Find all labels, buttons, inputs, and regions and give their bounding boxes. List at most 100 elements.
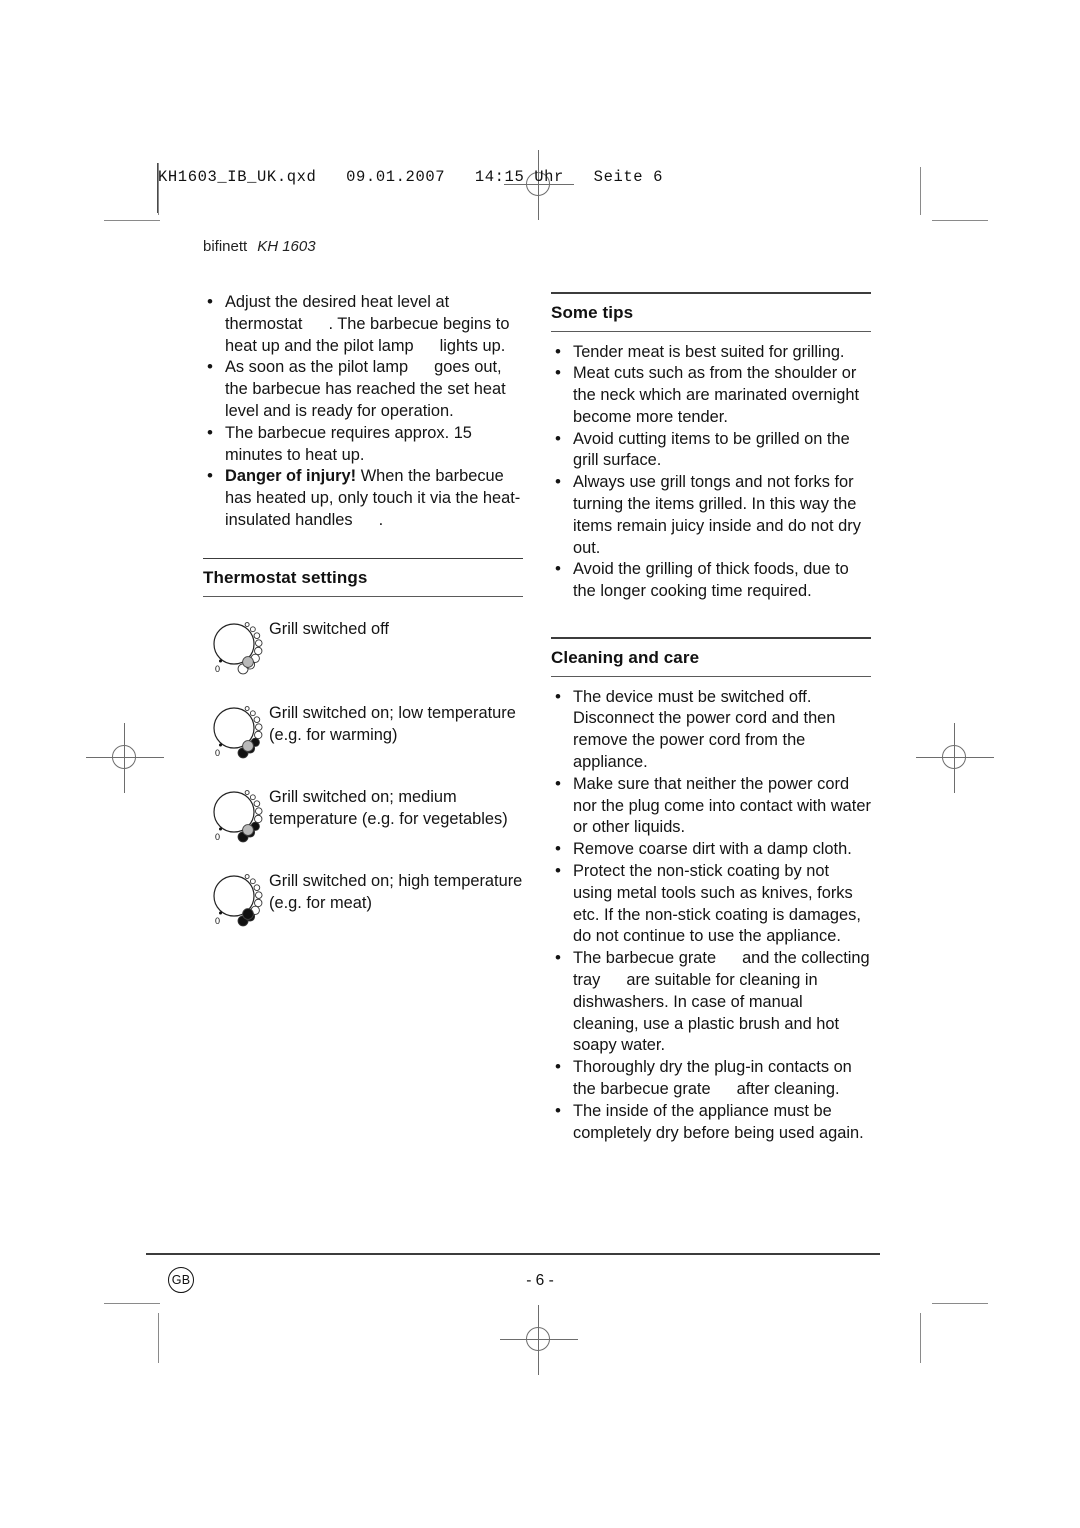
registration-mark-ring	[942, 745, 966, 769]
dial-mark-inactive	[244, 790, 250, 796]
list-item: As soon as the pilot lampgoes out, the b…	[203, 356, 523, 422]
thermostat-dial-icon: 0	[213, 706, 263, 759]
running-head-brand: bifinett	[203, 238, 248, 255]
dial-mark-inactive	[244, 874, 250, 880]
heading-rule-top	[551, 292, 871, 294]
dial-mark-inactive	[255, 891, 263, 900]
dial-mark-inactive	[255, 723, 263, 732]
right-column: Some tips Tender meat is best suited for…	[551, 292, 871, 1144]
list-item: Meat cuts such as from the shoulder or t…	[551, 362, 871, 428]
list-item: The inside of the appliance must be comp…	[551, 1100, 871, 1145]
dial-mark-inactive	[249, 794, 256, 801]
registration-mark-ring	[526, 1327, 550, 1351]
dial-mark-inactive	[255, 807, 263, 816]
some-tips-heading: Some tips	[551, 302, 634, 322]
dial-mark-inactive	[255, 639, 263, 648]
operation-bullet-list: Adjust the desired heat level at thermos…	[203, 291, 523, 532]
thermostat-setting-row: 0 Grill switched on; medium temperature (…	[203, 779, 523, 849]
thermostat-dial-list: 0 Grill switched off 0 Grill switched on; l…	[203, 611, 523, 933]
thermostat-dial-wrapper: 0	[203, 611, 269, 681]
dial-mark-inactive	[253, 800, 261, 808]
list-item: Make sure that neither the power cord no…	[551, 773, 871, 839]
dial-zero-dot	[219, 911, 222, 915]
bullet-emphasis: Danger of injury!	[225, 467, 357, 486]
list-item: Tender meat is best suited for grilling.	[551, 341, 871, 364]
list-item: The barbecue grateand the collecting tra…	[551, 947, 871, 1057]
thermostat-setting-row: 0 Grill switched on; high temperature (e.…	[203, 863, 523, 933]
list-item: Danger of injury! When the barbecue has …	[203, 465, 523, 531]
page-number: - 6 -	[526, 1272, 554, 1289]
dial-mark-inactive	[254, 815, 263, 824]
crop-mark-bottom-left-vertical	[158, 1313, 159, 1363]
heading-rule-top	[551, 637, 871, 639]
thermostat-dial-icon: 0	[213, 790, 263, 843]
thermostat-settings-heading: Thermostat settings	[203, 568, 368, 588]
dial-mark-inactive	[254, 731, 263, 740]
dial-mark-inactive	[254, 899, 263, 908]
thermostat-setting-row: 0 Grill switched off	[203, 611, 523, 681]
crop-mark-top-right-vertical	[920, 167, 921, 215]
heading-rule-bottom	[203, 596, 523, 598]
list-item: Adjust the desired heat level at thermos…	[203, 291, 523, 357]
list-item: The barbecue requires approx. 15 minutes…	[203, 422, 523, 467]
registration-mark-ring	[112, 745, 136, 769]
dial-zero-label: 0	[215, 916, 220, 926]
running-head: bifinett KH 1603	[203, 238, 316, 255]
dial-mark-inactive	[249, 710, 256, 717]
cleaning-and-care-heading: Cleaning and care	[551, 647, 700, 667]
list-item: Thoroughly dry the plug-in contacts on t…	[551, 1056, 871, 1101]
dial-mark-inactive	[253, 884, 261, 892]
dial-zero-label: 0	[215, 664, 220, 674]
thermostat-dial-icon: 0	[213, 874, 263, 927]
thermostat-settings-section: Thermostat settings	[203, 557, 523, 598]
list-item: Remove coarse dirt with a damp cloth.	[551, 838, 871, 861]
crop-mark-bottom-right-horizontal	[932, 1303, 988, 1304]
dial-mark-inactive	[253, 632, 261, 640]
dial-zero-label: 0	[215, 748, 220, 758]
dial-mark-inactive	[249, 626, 256, 633]
heading-rule-bottom	[551, 675, 871, 677]
thermostat-dial-wrapper: 0	[203, 695, 269, 765]
left-column: Adjust the desired heat level at thermos…	[203, 291, 523, 933]
thermostat-setting-label: Grill switched off	[269, 620, 389, 639]
list-item: Avoid cutting items to be grilled on the…	[551, 428, 871, 473]
dial-zero-dot	[219, 743, 222, 747]
thermostat-setting-row: 0 Grill switched on; low temperature (e.g…	[203, 695, 523, 765]
thermostat-dial-wrapper: 0	[203, 863, 269, 933]
list-item: Always use grill tongs and not forks for…	[551, 471, 871, 559]
footer-rule	[146, 1253, 880, 1255]
cleaning-and-care-bullet-list: The device must be switched off. Disconn…	[551, 686, 871, 1145]
registration-mark-left	[86, 723, 164, 793]
registration-mark-footer	[500, 1305, 578, 1375]
thermostat-setting-label: Grill switched on; medium temperature (e…	[269, 788, 508, 829]
dial-zero-dot	[219, 659, 222, 663]
some-tips-section: Some tips	[551, 292, 871, 332]
thermostat-dial-wrapper: 0	[203, 779, 269, 849]
thermostat-setting-label: Grill switched on; high temperature (e.g…	[269, 872, 523, 913]
dial-zero-dot	[219, 827, 222, 831]
crop-mark-bottom-right-vertical	[920, 1313, 921, 1363]
cleaning-and-care-section: Cleaning and care	[551, 637, 871, 677]
crop-mark-top-right-horizontal	[932, 220, 988, 221]
list-item: Protect the non-stick coating by not usi…	[551, 860, 871, 948]
list-item: Avoid the grilling of thick foods, due t…	[551, 558, 871, 603]
dial-zero-label: 0	[215, 832, 220, 842]
crop-mark-bottom-left-horizontal	[104, 1303, 160, 1304]
thermostat-dial-icon: 0	[213, 622, 263, 675]
dial-mark-inactive	[253, 716, 261, 724]
heading-rule-bottom	[551, 330, 871, 332]
dial-knob	[242, 656, 254, 669]
thermostat-setting-label: Grill switched on; low temperature (e.g.…	[269, 704, 516, 745]
list-item: The device must be switched off. Disconn…	[551, 686, 871, 774]
registration-mark-right	[916, 723, 994, 793]
some-tips-bullet-list: Tender meat is best suited for grilling.…	[551, 341, 871, 604]
crop-mark-top-left-horizontal	[104, 220, 160, 221]
dial-knob	[242, 740, 254, 753]
dial-mark-inactive	[254, 647, 263, 656]
dial-mark-inactive	[244, 706, 250, 712]
dial-knob	[242, 824, 254, 837]
dial-knob	[242, 908, 254, 921]
dial-mark-inactive	[249, 878, 256, 885]
heading-rule-top	[203, 557, 523, 560]
file-info-bar: KH1603_IB_UK.qxd 09.01.2007 14:15 Uhr Se…	[158, 168, 663, 186]
